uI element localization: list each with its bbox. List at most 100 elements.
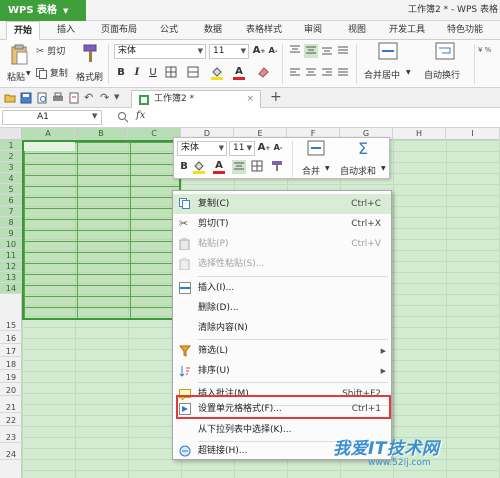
increase-font-button[interactable]: A+ <box>252 44 266 58</box>
new-tab-plus-icon[interactable]: + <box>270 89 282 105</box>
wrap-text-button[interactable]: 自动换行 <box>420 42 470 86</box>
row-header[interactable]: 3 <box>0 162 22 173</box>
tab-home[interactable]: 开始 <box>6 21 40 40</box>
merge-cells-button[interactable] <box>186 66 200 80</box>
mini-autosum-button[interactable]: Σ 自动求和 ▼ <box>338 140 388 178</box>
row-header[interactable]: 13 <box>0 272 22 283</box>
insert-function-button[interactable]: fx <box>136 110 145 121</box>
menu-item-paste-special[interactable]: 选择性粘贴(S)... <box>173 254 391 274</box>
row-header[interactable]: 6 <box>0 195 22 206</box>
zoom-search-icon[interactable] <box>117 111 129 123</box>
align-bottom-button[interactable] <box>320 44 334 58</box>
mini-fill-color-button[interactable] <box>192 160 206 174</box>
mini-decrease-font-button[interactable]: A- <box>271 141 285 155</box>
number-format-button[interactable]: ¥ % <box>478 46 491 54</box>
wps-app-menu-button[interactable]: WPS 表格 ▼ <box>0 0 86 21</box>
format-painter-button[interactable]: 格式刷 <box>76 44 103 84</box>
copy-button[interactable]: 复制 <box>36 66 68 79</box>
mini-align-middle-button[interactable] <box>232 160 246 174</box>
selected-range[interactable] <box>22 140 181 320</box>
document-tab[interactable]: 工作簿2 * × <box>131 90 261 108</box>
print-icon[interactable] <box>52 92 64 104</box>
bold-button[interactable]: B <box>114 66 128 80</box>
row-header[interactable]: 4 <box>0 173 22 184</box>
mini-borders-button[interactable] <box>250 160 264 174</box>
row-header[interactable]: 23 <box>0 432 22 443</box>
row-header[interactable]: 12 <box>0 261 22 272</box>
tab-data[interactable]: 数据 <box>196 21 230 40</box>
decrease-font-button[interactable]: A- <box>266 44 280 58</box>
row-header[interactable]: 5 <box>0 184 22 195</box>
align-middle-button[interactable] <box>304 44 318 58</box>
row-header[interactable]: 16 <box>0 333 22 344</box>
align-extra-button[interactable] <box>336 44 350 58</box>
underline-button[interactable]: U <box>146 66 160 80</box>
row-header[interactable]: 19 <box>0 372 22 383</box>
menu-item-cut[interactable]: ✂ 剪切(T) Ctrl+X <box>173 214 391 234</box>
menu-item-sort[interactable]: 排序(U) ▶ <box>173 361 391 381</box>
tab-review[interactable]: 审阅 <box>296 21 330 40</box>
column-header[interactable]: B <box>75 128 128 140</box>
row-header[interactable]: 21 <box>0 402 22 413</box>
mini-merge-button[interactable]: 合并 ▼ <box>296 140 336 178</box>
justify-button[interactable] <box>336 66 350 80</box>
mini-increase-font-button[interactable]: A+ <box>257 141 271 155</box>
paste-button[interactable]: 粘贴 ▼ <box>6 44 32 84</box>
menu-item-insert[interactable]: 插入(I)... <box>173 278 391 298</box>
cut-button[interactable]: ✂ 剪切 <box>36 44 65 57</box>
menu-item-clear-contents[interactable]: 清除内容(N) <box>173 318 391 338</box>
undo-icon[interactable]: ↶ <box>84 91 93 104</box>
borders-button[interactable] <box>164 66 178 80</box>
align-center-button[interactable] <box>304 66 318 80</box>
row-header[interactable]: 7 <box>0 206 22 217</box>
mini-font-size-select[interactable]: 11 ▼ <box>229 141 255 156</box>
active-cell[interactable] <box>24 142 75 151</box>
tab-developer[interactable]: 开发工具 <box>384 21 430 40</box>
row-header[interactable]: 22 <box>0 415 22 426</box>
row-header[interactable]: 15 <box>0 320 22 331</box>
column-header[interactable]: A <box>22 128 75 140</box>
row-header[interactable]: 10 <box>0 239 22 250</box>
tab-special-features[interactable]: 特色功能 <box>440 21 490 40</box>
align-left-button[interactable] <box>288 66 302 80</box>
row-header[interactable]: 8 <box>0 217 22 228</box>
italic-button[interactable]: I <box>130 66 144 80</box>
menu-item-filter[interactable]: 筛选(L) ▶ <box>173 341 391 361</box>
fill-color-button[interactable] <box>210 66 224 80</box>
row-header[interactable]: 17 <box>0 346 22 357</box>
row-header[interactable]: 24 <box>0 449 22 460</box>
menu-item-paste[interactable]: 粘贴(P) Ctrl+V <box>173 234 391 254</box>
formula-input[interactable] <box>154 110 498 125</box>
font-size-select[interactable]: 11 ▼ <box>209 44 249 59</box>
row-header[interactable]: 9 <box>0 228 22 239</box>
print-preview-icon[interactable] <box>36 92 48 104</box>
tab-formulas[interactable]: 公式 <box>152 21 186 40</box>
close-icon[interactable]: × <box>246 91 254 108</box>
select-all-corner[interactable] <box>0 128 22 140</box>
row-header[interactable]: 11 <box>0 250 22 261</box>
row-header[interactable]: 1 <box>0 140 22 151</box>
mini-bold-button[interactable]: B <box>177 160 191 174</box>
column-header[interactable]: H <box>393 128 446 140</box>
export-icon[interactable] <box>68 92 80 104</box>
mini-font-color-button[interactable]: A <box>212 160 226 174</box>
menu-item-delete[interactable]: 删除(D)... <box>173 298 391 318</box>
merge-center-button[interactable]: 合并居中 ▼ <box>362 42 414 86</box>
mini-font-name-select[interactable]: 宋体 ▼ <box>177 141 227 156</box>
save-icon[interactable] <box>20 92 32 104</box>
tab-insert[interactable]: 插入 <box>48 21 84 40</box>
row-header[interactable]: 18 <box>0 359 22 370</box>
chevron-down-icon[interactable]: ▼ <box>92 112 97 120</box>
column-header[interactable]: I <box>446 128 500 140</box>
mini-format-painter-button[interactable] <box>270 160 284 174</box>
row-header[interactable]: 14 <box>0 283 22 294</box>
align-right-button[interactable] <box>320 66 334 80</box>
menu-item-copy[interactable]: 复制(C) Ctrl+C <box>173 194 391 214</box>
open-folder-icon[interactable] <box>4 92 16 104</box>
font-name-select[interactable]: 宋体 ▼ <box>114 44 206 59</box>
redo-icon[interactable]: ↷ <box>100 91 109 104</box>
row-header[interactable]: 20 <box>0 385 22 396</box>
align-top-button[interactable] <box>288 44 302 58</box>
name-box[interactable]: A1 <box>2 110 102 125</box>
tab-page-layout[interactable]: 页面布局 <box>94 21 144 40</box>
